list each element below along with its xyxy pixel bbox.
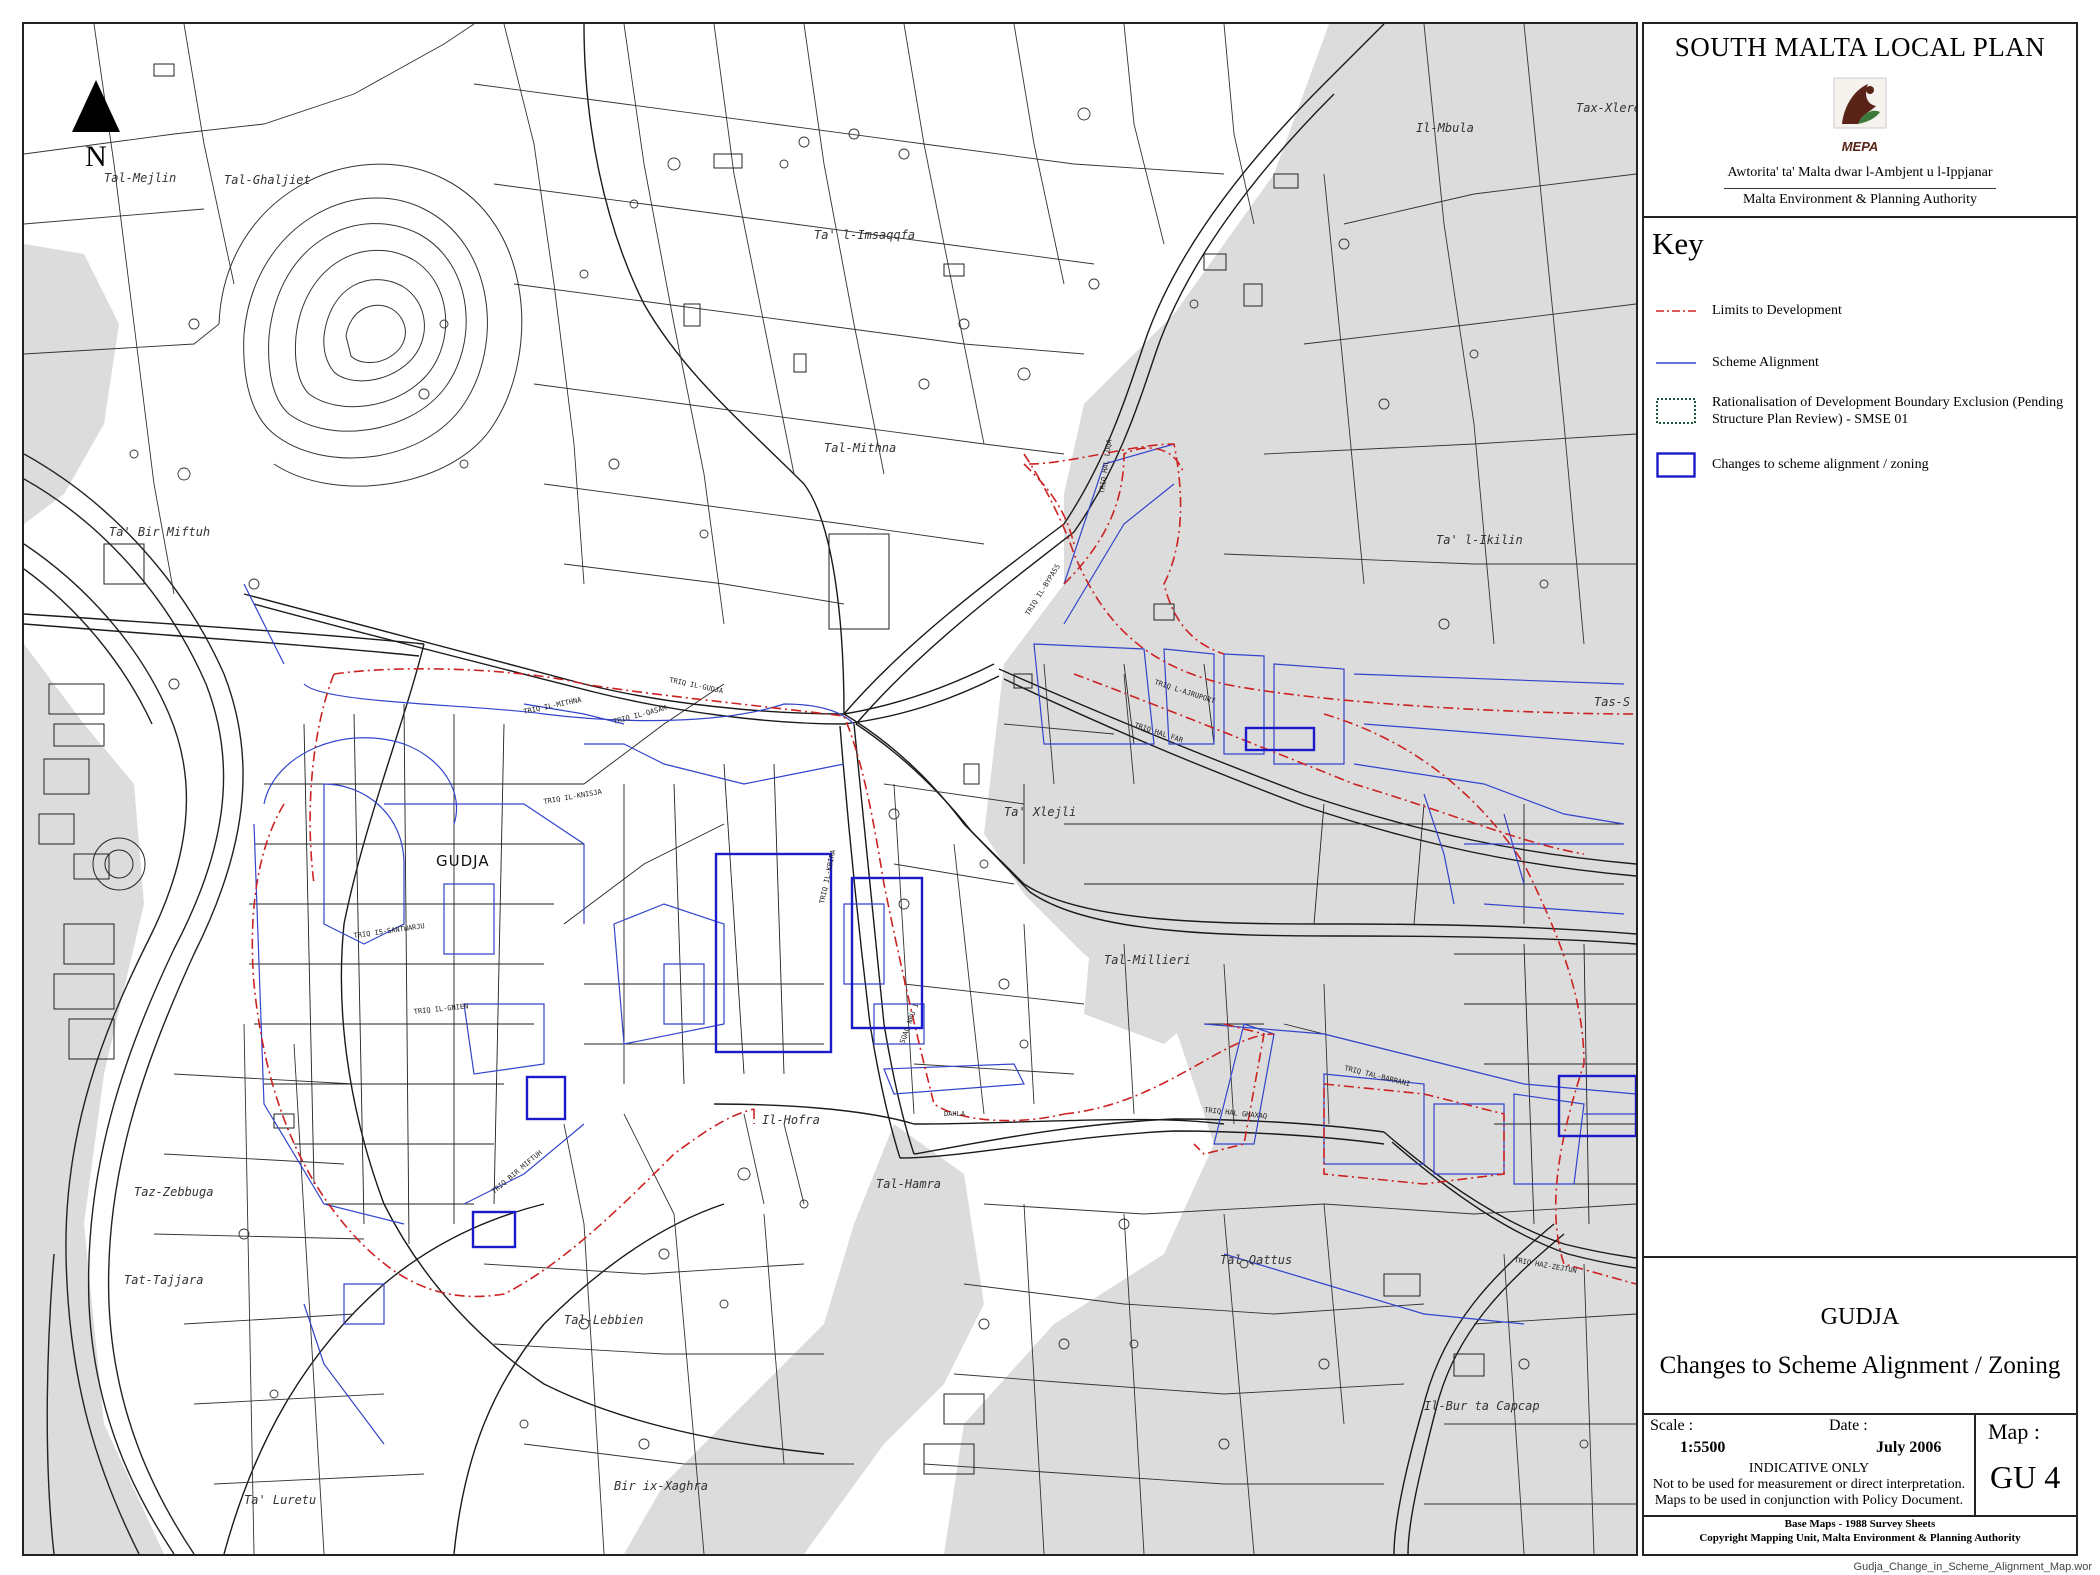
credits-line: Copyright Mapping Unit, Malta Environmen… bbox=[1699, 1532, 2021, 1544]
place-label: Tal-Millieri bbox=[1104, 953, 1191, 967]
authority-name-english: Malta Environment & Planning Authority bbox=[1742, 192, 1978, 207]
place-label: Ta' Bir Miftuh bbox=[109, 525, 210, 539]
grey-zone-airport bbox=[24, 644, 164, 1554]
dotted-box-icon bbox=[1656, 398, 1696, 424]
date-value: July 2006 bbox=[1876, 1439, 1942, 1456]
indicative-line: Maps to be used in conjunction with Poli… bbox=[1654, 1493, 1964, 1508]
place-label: Ta' l-Ikilin bbox=[1436, 533, 1523, 547]
place-label: Tal-Mithna bbox=[824, 441, 896, 455]
file-name: Gudja_Change_in_Scheme_Alignment_Map.wor bbox=[1853, 1561, 2092, 1573]
key-section: Key Limits to Development Scheme Alignme… bbox=[1644, 218, 2076, 1258]
key-label: Rationalisation of Development Boundary … bbox=[1712, 395, 2064, 427]
key-item-limits: Limits to Development bbox=[1654, 296, 2069, 326]
place-label: Ta' Luretu bbox=[244, 1493, 316, 1507]
place-label: Ta' Xlejli bbox=[1004, 805, 1076, 819]
map-number: GU 4 bbox=[1990, 1459, 2061, 1495]
authority-divider bbox=[1724, 188, 1996, 189]
street-label: TRIQ IL-GUDJA bbox=[669, 676, 725, 695]
key-item-scheme: Scheme Alignment bbox=[1654, 348, 2069, 378]
scale-label: Scale : bbox=[1650, 1417, 1694, 1434]
street-label: TRIQ IL-QASAM bbox=[612, 704, 667, 726]
hill-contours bbox=[218, 163, 523, 487]
legend-panel: SOUTH MALTA LOCAL PLAN MEPA Awtorita' ta… bbox=[1642, 22, 2078, 1556]
place-label: Tal-Qattus bbox=[1220, 1253, 1292, 1267]
key-title: Key bbox=[1652, 226, 1704, 261]
key-item-changes: Changes to scheme alignment / zoning bbox=[1654, 450, 2069, 480]
north-label: N bbox=[85, 140, 107, 173]
place-label: Il-Hofra bbox=[762, 1113, 820, 1127]
place-label: Tal-Mejlin bbox=[104, 171, 176, 185]
place-label: Tal-Ghaljiet bbox=[224, 173, 311, 187]
town-label: GUDJA bbox=[436, 852, 490, 870]
change-box-central bbox=[714, 852, 833, 1054]
indicative-line: Not to be used for measurement or direct… bbox=[1652, 1477, 1966, 1492]
key-item-rationalisation: Rationalisation of Development Boundary … bbox=[1654, 394, 2069, 434]
dash-dot-line-icon bbox=[1656, 310, 1696, 312]
street-label: TRIQ IL-GNIEN bbox=[413, 1002, 468, 1016]
indicative-note: INDICATIVE ONLY Not to be used for measu… bbox=[1644, 1461, 1974, 1509]
north-arrow-icon bbox=[72, 80, 120, 132]
grey-zones bbox=[24, 24, 1636, 1554]
title-block: SOUTH MALTA LOCAL PLAN MEPA Awtorita' ta… bbox=[1644, 24, 2076, 218]
authority-name-maltese: Awtorita' ta' Malta dwar l-Ambjent u l-I… bbox=[1727, 165, 1993, 180]
key-label: Changes to scheme alignment / zoning bbox=[1712, 457, 1929, 472]
street-label: DAHLA bbox=[944, 1110, 966, 1118]
mepa-logo-icon bbox=[1833, 77, 1887, 129]
solid-box-icon bbox=[1656, 452, 1696, 478]
solid-line-icon bbox=[1656, 362, 1696, 364]
map-title-block: GUDJA Changes to Scheme Alignment / Zoni… bbox=[1644, 1258, 2076, 1415]
map-frame[interactable]: N Tal-Mejlin Tal-Ghaljiet Ta' l-Imsaqqfa… bbox=[22, 22, 1638, 1556]
plan-title: SOUTH MALTA LOCAL PLAN bbox=[1674, 32, 2046, 62]
map-number-label: Map : bbox=[1988, 1419, 2040, 1444]
indicative-title: INDICATIVE ONLY bbox=[1748, 1461, 1870, 1476]
map-heading: Changes to Scheme Alignment / Zoning bbox=[1659, 1352, 2061, 1379]
place-label: Il-Mbula bbox=[1416, 121, 1474, 135]
place-label: Tal-Hamra bbox=[876, 1177, 941, 1191]
date-label: Date : bbox=[1829, 1417, 1868, 1434]
street-label: TRIQ IL-KBIRA bbox=[818, 848, 837, 904]
map-place-name: GUDJA bbox=[1820, 1304, 1900, 1330]
street-label: TRIQ IL-KNISJA bbox=[543, 788, 603, 806]
change-box-village bbox=[525, 1075, 567, 1121]
place-label: Taz-Zebbuga bbox=[134, 1185, 213, 1199]
key-label: Limits to Development bbox=[1712, 303, 1842, 318]
place-label: Tal-Lebbien bbox=[564, 1313, 643, 1327]
scale-date-block: Scale : Date : 1:5500 July 2006 INDICATI… bbox=[1644, 1415, 1976, 1515]
place-label: Il-Bur ta Capcap bbox=[1424, 1399, 1540, 1413]
street-label: TRIQ IS-SANTWARJU bbox=[353, 922, 425, 940]
map-info-block: Scale : Date : 1:5500 July 2006 INDICATI… bbox=[1644, 1415, 2076, 1517]
credits-block: Base Maps - 1988 Survey Sheets Copyright… bbox=[1644, 1517, 2076, 1552]
grey-zone-west bbox=[24, 244, 119, 524]
north-arrow: N bbox=[72, 80, 120, 173]
place-label: Tas-S bbox=[1594, 695, 1630, 709]
place-label: Tat-Tajjara bbox=[124, 1273, 203, 1287]
key-label: Scheme Alignment bbox=[1712, 355, 1819, 370]
place-label: Ta' l-Imsaqqfa bbox=[814, 228, 915, 242]
place-label: Bir ix-Xaghra bbox=[614, 1479, 708, 1493]
place-label: Tax-Xlere bbox=[1576, 101, 1636, 115]
mepa-logo-text: MEPA bbox=[1841, 139, 1879, 154]
street-label: TRIQ BIR MIFTUH bbox=[490, 1149, 544, 1196]
map-canvas[interactable]: N Tal-Mejlin Tal-Ghaljiet Ta' l-Imsaqqfa… bbox=[24, 24, 1636, 1554]
credits-line: Base Maps - 1988 Survey Sheets bbox=[1784, 1518, 1936, 1530]
scale-value: 1:5500 bbox=[1680, 1439, 1726, 1456]
change-box-southwest bbox=[471, 1210, 517, 1249]
